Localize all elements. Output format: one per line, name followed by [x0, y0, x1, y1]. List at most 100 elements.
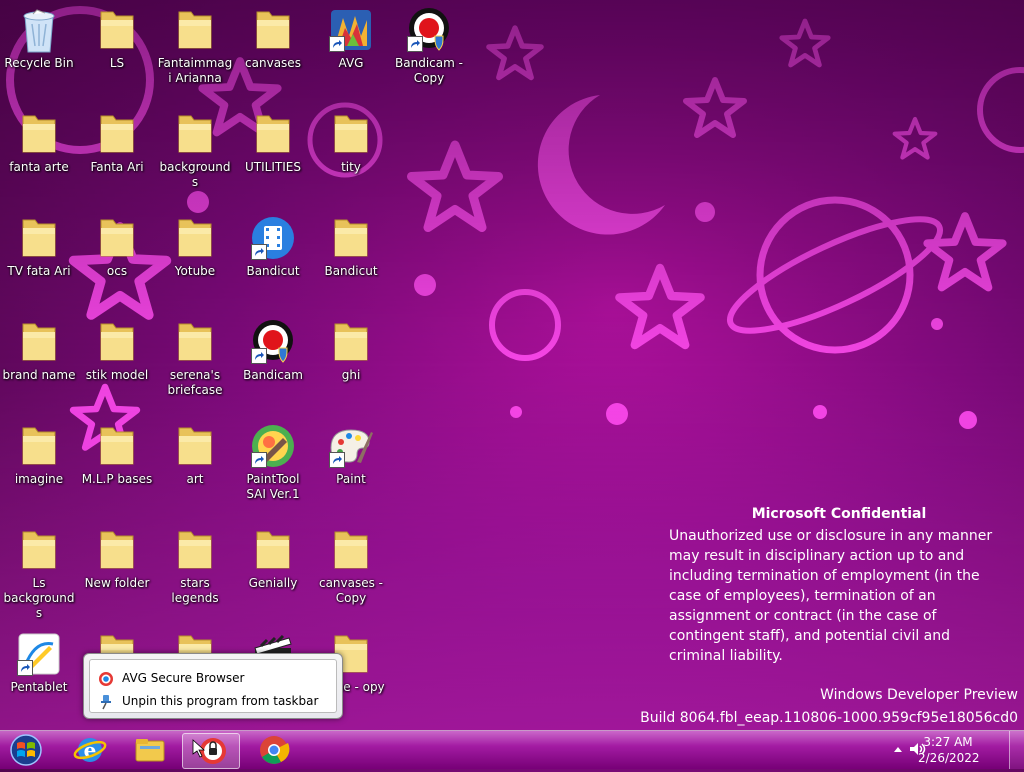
desktop-icon[interactable]: stik model: [79, 312, 155, 383]
show-desktop-button[interactable]: [1009, 731, 1024, 769]
internet-explorer-icon: e: [73, 738, 107, 762]
taskbar-avg-secure-browser[interactable]: [182, 733, 240, 769]
folder-icon-wrap: [15, 318, 63, 366]
desktop-icon-label: imagine: [14, 472, 64, 486]
folder-icon: [178, 323, 212, 361]
taskbar-file-explorer[interactable]: [122, 733, 178, 767]
desktop-icon[interactable]: canvases: [235, 0, 311, 71]
desktop-icon-label: art: [186, 472, 204, 486]
desktop-icon[interactable]: Recycle Bin: [1, 0, 77, 71]
desktop-icon[interactable]: Yotube: [157, 208, 233, 279]
bandicam-icon-wrap: [249, 318, 297, 366]
bandicut-icon-wrap: [249, 214, 297, 262]
desktop-icon[interactable]: art: [157, 416, 233, 487]
build-info: Windows Developer Preview Build 8064.fbl…: [640, 684, 1018, 730]
confidential-notice: Microsoft Confidential Unauthorized use …: [669, 504, 1009, 666]
desktop-icon-label: Bandicut: [246, 264, 300, 278]
product-name: Windows Developer Preview: [820, 687, 1018, 703]
jumplist-item-unpin[interactable]: Unpin this program from taskbar: [98, 691, 318, 711]
desktop-icon-label: Bandicam: [243, 368, 303, 382]
jumplist-item-avg-browser[interactable]: AVG Secure Browser: [98, 668, 244, 688]
desktop-icon[interactable]: Bandicut: [235, 208, 311, 279]
folder-icon: [100, 219, 134, 257]
folder-icon: [334, 115, 368, 153]
folder-icon-wrap: [93, 422, 141, 470]
folder-icon-wrap: [171, 526, 219, 574]
folder-icon: [178, 427, 212, 465]
desktop-icon[interactable]: UTILITIES: [235, 104, 311, 175]
confidential-title: Microsoft Confidential: [751, 506, 927, 522]
desktop-icon-label: PaintTool SAI Ver.1: [246, 472, 300, 501]
desktop-icon[interactable]: LS: [79, 0, 155, 71]
desktop-icon[interactable]: serena's briefcase: [157, 312, 233, 398]
desktop-icon[interactable]: Ls backgrounds: [1, 520, 77, 621]
desktop-icon[interactable]: Bandicut: [313, 208, 389, 279]
desktop-icon-label: M.L.P bases: [81, 472, 153, 486]
taskbar-internet-explorer[interactable]: e: [62, 733, 118, 767]
folder-icon-wrap: [15, 526, 63, 574]
folder-icon: [100, 11, 134, 49]
desktop-icon[interactable]: Fanta Ari: [79, 104, 155, 175]
desktop-icon[interactable]: ghi: [313, 312, 389, 383]
folder-icon-wrap: [249, 110, 297, 158]
desktop-icon-label: Recycle Bin: [4, 56, 74, 70]
desktop-icon[interactable]: AVG: [313, 0, 389, 71]
desktop-icon-label: New folder: [84, 576, 150, 590]
confidential-body: Unauthorized use or disclosure in any ma…: [669, 528, 993, 664]
desktop-icon[interactable]: fanta arte: [1, 104, 77, 175]
desktop-icon[interactable]: brand name: [1, 312, 77, 383]
desktop-icon[interactable]: Bandicam: [235, 312, 311, 383]
desktop-icon[interactable]: backgrounds: [157, 104, 233, 190]
desktop-icon[interactable]: PaintTool SAI Ver.1: [235, 416, 311, 502]
desktop-icon[interactable]: Bandicam - Copy: [391, 0, 467, 86]
desktop-icon-label: TV fata Ari: [7, 264, 71, 278]
desktop-icon-label: stars legends: [171, 576, 219, 605]
desktop-icon[interactable]: canvases - Copy: [313, 520, 389, 606]
desktop-icon[interactable]: stars legends: [157, 520, 233, 606]
folder-icon-wrap: [327, 214, 375, 262]
paint-icon-wrap: [327, 422, 375, 470]
desktop-icon-label: AVG: [338, 56, 364, 70]
desktop-icon[interactable]: ocs: [79, 208, 155, 279]
folder-icon-wrap: [327, 110, 375, 158]
folder-icon: [178, 219, 212, 257]
folder-icon-wrap: [249, 526, 297, 574]
shortcut-arrow-icon: [329, 36, 345, 52]
desktop-icon[interactable]: imagine: [1, 416, 77, 487]
show-hidden-icons-button[interactable]: [892, 741, 904, 761]
shortcut-arrow-icon: [17, 660, 33, 676]
folder-icon-wrap: [93, 214, 141, 262]
folder-icon-wrap: [171, 110, 219, 158]
avg-icon-wrap: [327, 6, 375, 54]
folder-icon: [100, 115, 134, 153]
desktop-icon-label: Genially: [248, 576, 298, 590]
shortcut-arrow-icon: [407, 36, 423, 52]
start-button[interactable]: [0, 733, 52, 767]
desktop-icon[interactable]: TV fata Ari: [1, 208, 77, 279]
desktop-icon[interactable]: Genially: [235, 520, 311, 591]
desktop-icon-label: Ls backgrounds: [3, 576, 75, 620]
desktop-icon[interactable]: Pentablet: [1, 624, 77, 695]
folder-icon-wrap: [327, 526, 375, 574]
windows-orb-icon: [10, 734, 42, 766]
jumplist-panel: AVG Secure Browser Unpin this program fr…: [89, 659, 337, 713]
folder-icon: [22, 531, 56, 569]
desktop-icon[interactable]: tity: [313, 104, 389, 175]
file-explorer-icon: [135, 739, 165, 762]
chrome-icon: [260, 736, 290, 764]
desktop-icon[interactable]: Fantaimmagi Arianna: [157, 0, 233, 86]
sai-icon-wrap: [249, 422, 297, 470]
desktop-icon[interactable]: Paint: [313, 416, 389, 487]
desktop-icon-label: Yotube: [174, 264, 216, 278]
desktop-icon[interactable]: New folder: [79, 520, 155, 591]
jumplist-item-label: AVG Secure Browser: [122, 671, 245, 685]
folder-icon-wrap: [249, 6, 297, 54]
desktop-icon[interactable]: M.L.P bases: [79, 416, 155, 487]
folder-icon-wrap: [15, 214, 63, 262]
system-clock[interactable]: 3:27 AM 2/26/2022: [918, 734, 980, 766]
folder-icon: [22, 427, 56, 465]
folder-icon: [334, 219, 368, 257]
taskbar-chrome[interactable]: [246, 733, 302, 767]
clock-time: 3:27 AM: [923, 735, 973, 749]
folder-icon: [256, 11, 290, 49]
